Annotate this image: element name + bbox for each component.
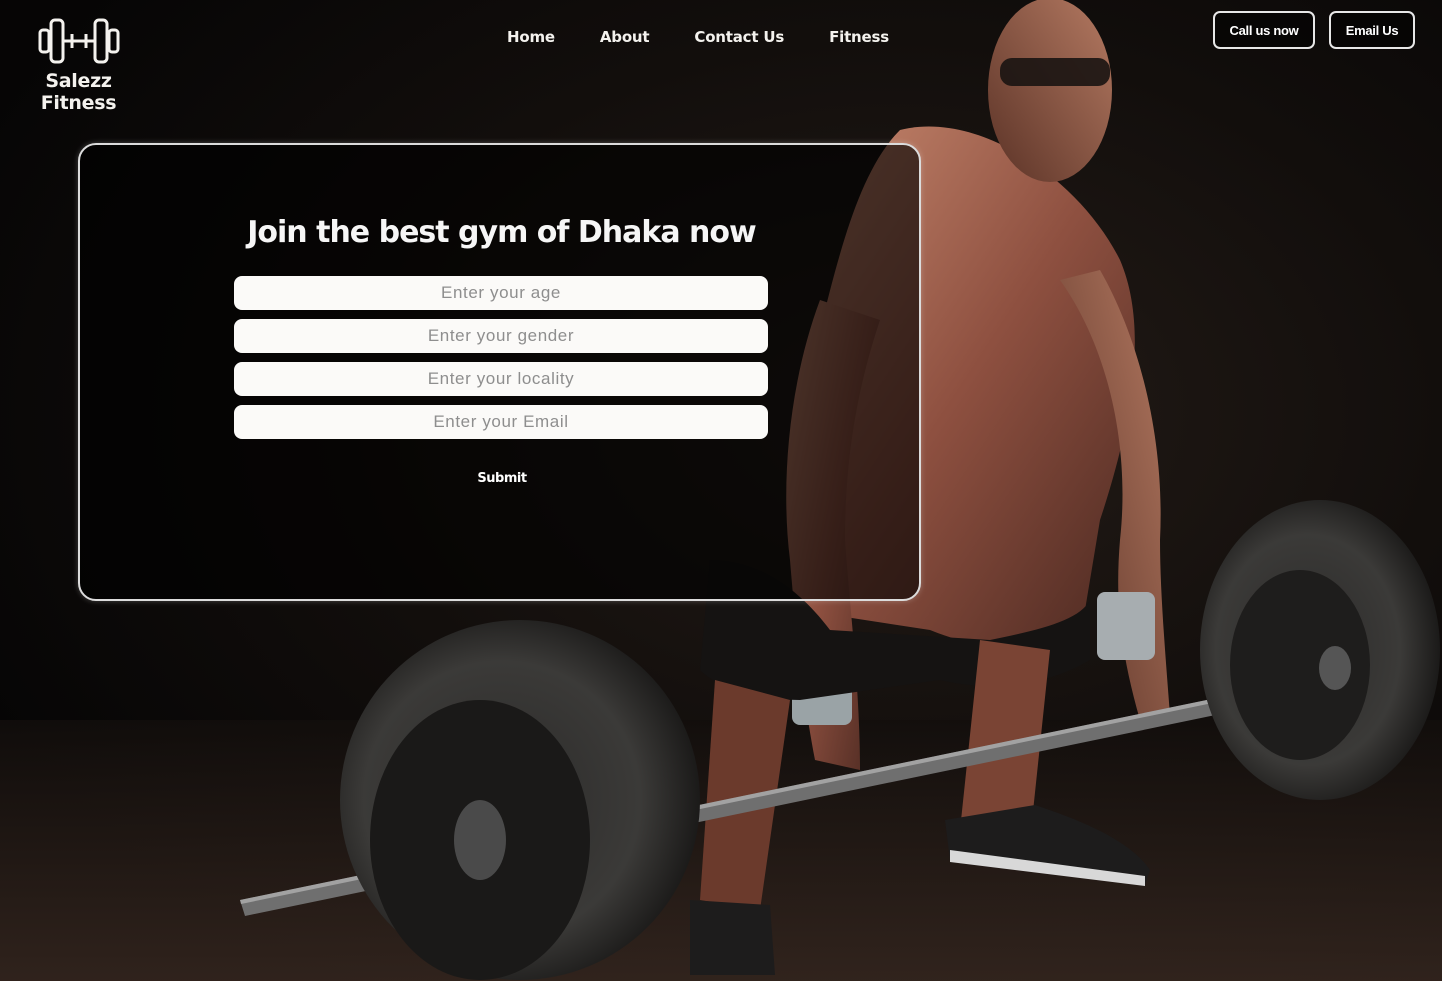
nav-link-about[interactable]: About	[600, 28, 650, 46]
submit-button[interactable]: Submit	[460, 467, 544, 489]
nav-link-contact-us[interactable]: Contact Us	[694, 28, 784, 46]
gender-input[interactable]	[234, 319, 768, 353]
nav-link-home[interactable]: Home	[507, 28, 555, 46]
email-us-button[interactable]: Email Us	[1329, 11, 1415, 49]
nav-link-fitness[interactable]: Fitness	[829, 28, 889, 46]
dumbbell-icon	[38, 18, 119, 64]
email-input[interactable]	[234, 405, 768, 439]
locality-input[interactable]	[234, 362, 768, 396]
call-us-button[interactable]: Call us now	[1213, 11, 1315, 49]
form-title: Join the best gym of Dhaka now	[247, 215, 756, 250]
age-input[interactable]	[234, 276, 768, 310]
signup-form-card: Join the best gym of Dhaka now Submit	[78, 143, 921, 601]
brand-logo[interactable]: Salezz Fitness	[6, 14, 151, 114]
main-nav: Home About Contact Us Fitness	[507, 28, 934, 46]
brand-name: Salezz Fitness	[40, 70, 117, 114]
